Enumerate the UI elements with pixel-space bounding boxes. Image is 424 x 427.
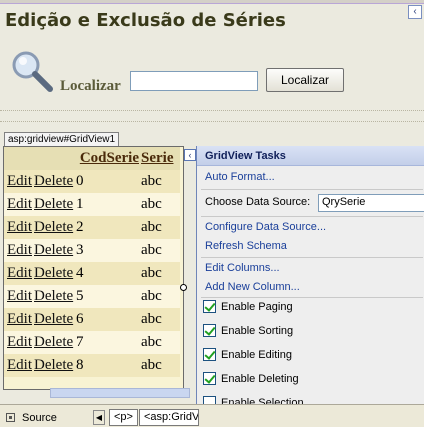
codserie-cell: 5 xyxy=(76,285,141,308)
edit-link[interactable]: Edit xyxy=(7,219,32,235)
task-checkbox[interactable]: Enable Deleting xyxy=(203,372,299,385)
source-tab[interactable]: Source xyxy=(6,409,57,426)
serie-cell: abc xyxy=(141,239,180,262)
separator xyxy=(201,297,423,298)
checkbox-icon[interactable] xyxy=(203,396,216,404)
checkbox-label: Enable Selection xyxy=(221,396,304,405)
separator xyxy=(201,257,423,258)
delete-link[interactable]: Delete xyxy=(34,219,73,235)
codserie-cell: 6 xyxy=(76,308,141,331)
header-spacer xyxy=(4,147,34,170)
separator xyxy=(201,216,423,217)
gridview-tasks-panel: GridView Tasks Auto Format... Choose Dat… xyxy=(196,146,424,404)
serie-cell: abc xyxy=(141,285,180,308)
checkbox-icon[interactable] xyxy=(203,324,216,337)
delete-link[interactable]: Delete xyxy=(34,196,73,212)
tag-gridview-breadcrumb[interactable]: <asp:GridView#GridView1> xyxy=(139,409,199,426)
delete-link[interactable]: Delete xyxy=(34,173,73,189)
delete-link[interactable]: Delete xyxy=(34,265,73,281)
checkbox-icon[interactable] xyxy=(203,372,216,385)
edit-link[interactable]: Edit xyxy=(7,311,32,327)
table-row: Edit Delete 2 abc xyxy=(4,216,180,239)
table-row: Edit Delete 5 abc xyxy=(4,285,180,308)
refresh-schema-link[interactable]: Refresh Schema xyxy=(205,240,287,252)
gridview-tag: asp:gridview#GridView1 xyxy=(4,132,120,146)
data-source-select[interactable]: QrySerie xyxy=(318,194,424,212)
resize-handle[interactable] xyxy=(180,284,187,291)
serie-cell: abc xyxy=(141,193,180,216)
search-input[interactable] xyxy=(130,71,258,91)
source-tab-label: Source xyxy=(22,411,57,424)
search-label: Localizar xyxy=(60,78,121,94)
codserie-cell: 2 xyxy=(76,216,141,239)
codserie-cell: 3 xyxy=(76,239,141,262)
serie-cell: abc xyxy=(141,216,180,239)
gridview[interactable]: CodSerie Serie Edit Delete 0 abc Edit Delete 1… xyxy=(3,146,184,390)
auto-format-link[interactable]: Auto Format... xyxy=(205,171,275,183)
table-row: Edit Delete 7 abc xyxy=(4,331,180,354)
codserie-cell: 1 xyxy=(76,193,141,216)
source-icon xyxy=(6,413,15,422)
edit-link[interactable]: Edit xyxy=(7,288,32,304)
choose-data-source-label: Choose Data Source: xyxy=(205,196,311,208)
add-new-column-link[interactable]: Add New Column... xyxy=(205,281,300,293)
serie-cell: abc xyxy=(141,354,180,377)
codserie-cell: 0 xyxy=(76,170,141,193)
header-serie[interactable]: Serie xyxy=(141,147,180,170)
collapse-button[interactable]: ‹ xyxy=(408,5,422,19)
search-button[interactable]: Localizar xyxy=(266,68,344,92)
serie-cell: abc xyxy=(141,170,180,193)
edit-link[interactable]: Edit xyxy=(7,334,32,350)
checkbox-icon[interactable] xyxy=(203,348,216,361)
page-title: Edição e Exclusão de Séries xyxy=(5,10,286,31)
delete-link[interactable]: Delete xyxy=(34,311,73,327)
magnifier-icon xyxy=(12,51,53,92)
table-row: Edit Delete 4 abc xyxy=(4,262,180,285)
table-row: Edit Delete 1 abc xyxy=(4,193,180,216)
status-bar: Source ◀ <p> <asp:GridView#GridView1> xyxy=(0,404,424,427)
serie-cell: abc xyxy=(141,308,180,331)
edit-columns-link[interactable]: Edit Columns... xyxy=(205,262,280,274)
serie-cell: abc xyxy=(141,331,180,354)
task-checkbox[interactable]: Enable Sorting xyxy=(203,324,293,337)
codserie-cell: 8 xyxy=(76,354,141,377)
divider xyxy=(0,110,424,111)
delete-link[interactable]: Delete xyxy=(34,242,73,258)
table-row: Edit Delete 8 abc xyxy=(4,354,180,377)
divider xyxy=(0,121,424,122)
table-row: Edit Delete 0 abc xyxy=(4,170,180,193)
nav-left-icon[interactable]: ◀ xyxy=(93,410,105,425)
separator xyxy=(201,189,423,190)
delete-link[interactable]: Delete xyxy=(34,288,73,304)
codserie-cell: 4 xyxy=(76,262,141,285)
edit-link[interactable]: Edit xyxy=(7,265,32,281)
table-row: Edit Delete 3 abc xyxy=(4,239,180,262)
edit-link[interactable]: Edit xyxy=(7,196,32,212)
tag-p-breadcrumb[interactable]: <p> xyxy=(109,409,138,426)
checkbox-label: Enable Editing xyxy=(221,348,292,361)
checkbox-icon[interactable] xyxy=(203,300,216,313)
serie-cell: abc xyxy=(141,262,180,285)
tasks-title: GridView Tasks xyxy=(197,146,424,166)
delete-link[interactable]: Delete xyxy=(34,334,73,350)
header-codserie[interactable]: CodSerie xyxy=(76,147,141,170)
horizontal-scrollbar[interactable] xyxy=(50,388,190,398)
codserie-cell: 7 xyxy=(76,331,141,354)
edit-link[interactable]: Edit xyxy=(7,242,32,258)
checkbox-label: Enable Deleting xyxy=(221,372,299,385)
task-checkbox[interactable]: Enable Selection xyxy=(203,396,304,404)
task-checkbox[interactable]: Enable Editing xyxy=(203,348,292,361)
header-spacer xyxy=(34,147,76,170)
edit-link[interactable]: Edit xyxy=(7,357,32,373)
checkbox-label: Enable Sorting xyxy=(221,324,294,337)
edit-link[interactable]: Edit xyxy=(7,173,32,189)
configure-data-source-link[interactable]: Configure Data Source... xyxy=(205,221,326,233)
gridview-table: CodSerie Serie Edit Delete 0 abc Edit Delete 1… xyxy=(4,147,180,377)
table-row: Edit Delete 6 abc xyxy=(4,308,180,331)
delete-link[interactable]: Delete xyxy=(34,357,73,373)
smart-tag-toggle[interactable]: ‹ xyxy=(184,149,196,161)
task-checkbox[interactable]: Enable Paging xyxy=(203,300,293,313)
checkbox-label: Enable Paging xyxy=(221,300,293,313)
